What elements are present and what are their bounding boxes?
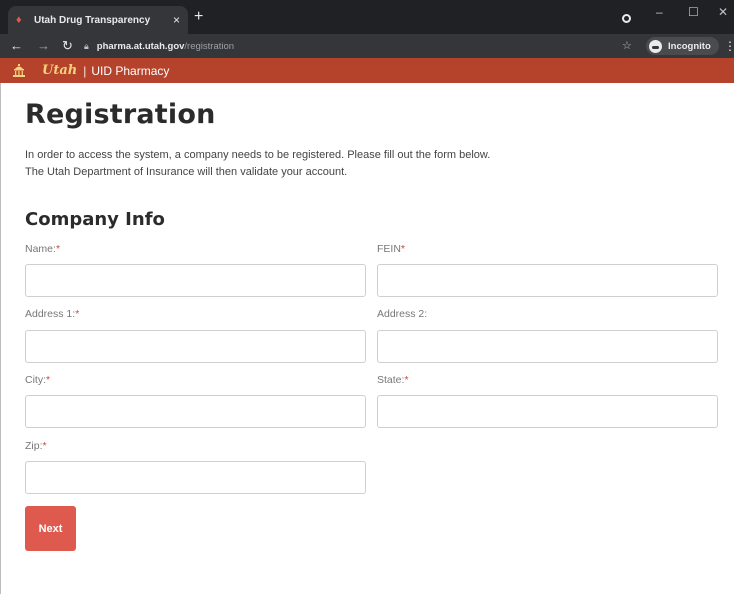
city-field[interactable] [25,395,366,428]
browser-toolbar: ← → ↻ 🔒︎ pharma.at.utah.gov/registration… [0,34,734,58]
app-name[interactable]: UID Pharmacy [91,64,169,78]
address2-label: Address 2: [377,308,428,320]
incognito-badge[interactable]: Incognito [646,37,719,55]
star-icon[interactable]: ☆ [622,39,632,53]
zip-field[interactable] [25,461,366,494]
header-separator: | [83,63,87,78]
main-content: Registration In order to access the syst… [0,83,734,594]
reload-icon[interactable]: ↻ [62,38,73,54]
zip-label: Zip:* [25,440,47,452]
app-header: Utah | UID Pharmacy [0,58,734,83]
utah-logo[interactable]: Utah [42,63,77,78]
fein-field[interactable] [377,264,718,297]
required-marker: * [75,308,80,320]
address1-label: Address 1:* [25,308,80,320]
address1-field[interactable] [25,330,366,363]
intro-line-1: In order to access the system, a company… [25,149,491,161]
name-label: Name:* [25,243,61,255]
window-close-icon[interactable]: ✕ [718,6,728,18]
tab-title: Utah Drug Transparency [34,14,151,26]
intro-text: In order to access the system, a company… [25,147,665,181]
address-bar[interactable]: 🔒︎ pharma.at.utah.gov/registration [84,37,616,55]
state-label: State:* [377,374,409,386]
state-field[interactable] [377,395,718,428]
incognito-label: Incognito [668,40,711,52]
incognito-icon [649,39,662,53]
new-tab-button[interactable]: + [194,9,203,25]
url-host: pharma.at.utah.gov [96,40,185,52]
city-label: City:* [25,374,51,386]
maximize-icon[interactable]: ☐ [688,6,699,18]
browser-titlebar: ♦ Utah Drug Transparency × + – ☐ ✕ [0,0,734,34]
section-title: Company Info [25,209,165,230]
back-arrow-icon[interactable]: ← [10,38,23,54]
fein-label: FEIN* [377,243,406,255]
name-field[interactable] [25,264,366,297]
required-marker: * [404,374,409,386]
browser-tab[interactable]: ♦ Utah Drug Transparency × [8,6,188,34]
extension-icon[interactable] [622,14,631,23]
address2-field[interactable] [377,330,718,363]
tab-favicon-icon: ♦ [16,14,22,26]
required-marker: * [46,374,51,386]
intro-line-2: The Utah Department of Insurance will th… [25,166,348,178]
kebab-menu-icon[interactable]: ⋮ [724,38,734,54]
tab-close-icon[interactable]: × [173,14,180,26]
capitol-icon [13,64,25,77]
required-marker: * [400,243,406,255]
minimize-icon[interactable]: – [656,6,663,18]
required-marker: * [55,243,61,255]
required-marker: * [42,440,47,452]
lock-icon[interactable]: 🔒︎ [84,41,89,52]
next-button[interactable]: Next [25,506,76,551]
page-title: Registration [25,99,216,130]
forward-arrow-icon[interactable]: → [37,38,50,54]
url-path: /registration [184,40,235,52]
